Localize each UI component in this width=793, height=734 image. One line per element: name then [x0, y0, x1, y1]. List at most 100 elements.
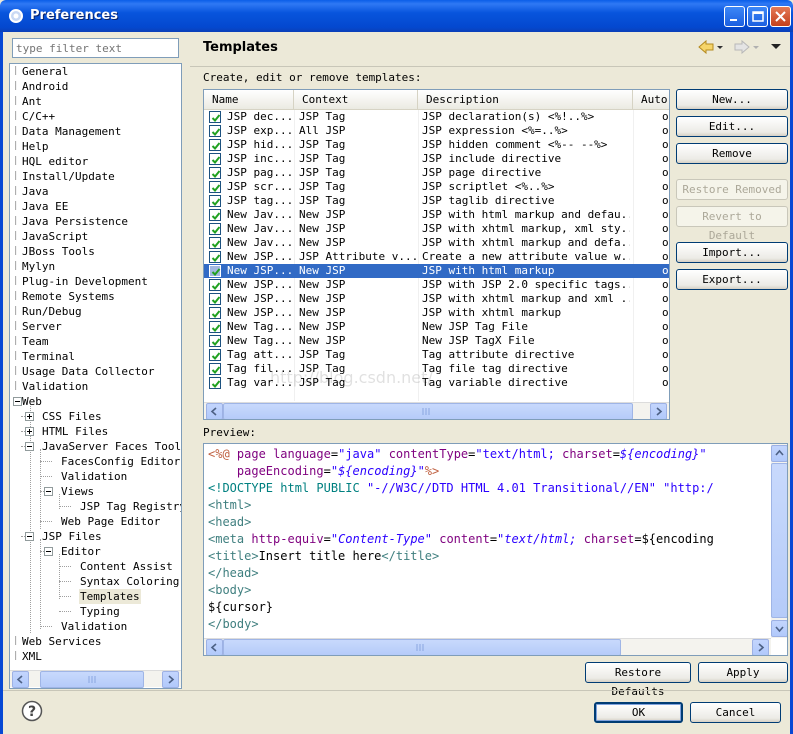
column-header-description[interactable]: Description: [418, 90, 633, 110]
enabled-checkbox[interactable]: [209, 279, 221, 291]
tree-item[interactable]: | Team: [10, 334, 181, 349]
export-button[interactable]: Export...: [676, 269, 788, 290]
tree-item[interactable]: | JavaScript: [10, 229, 181, 244]
restore-removed-button[interactable]: Restore Removed: [676, 179, 788, 200]
revert-to-default-button[interactable]: Revert to Default: [676, 206, 788, 242]
tree-item[interactable]: | Web Services: [10, 634, 181, 649]
table-row[interactable]: JSP scr... JSP Tag JSP scriptlet <%..%> o: [204, 180, 669, 194]
close-button[interactable]: [770, 6, 791, 27]
enabled-checkbox[interactable]: [209, 237, 221, 249]
scroll-thumb[interactable]: [771, 463, 787, 618]
scroll-up-button[interactable]: [771, 445, 787, 462]
tree-item[interactable]: | Remote Systems: [10, 289, 181, 304]
scroll-right-button[interactable]: [162, 671, 179, 688]
table-row[interactable]: JSP hid... JSP Tag JSP hidden comment <%--…: [204, 138, 669, 152]
tree-item[interactable]: | Mylyn: [10, 259, 181, 274]
maximize-button[interactable]: [747, 6, 768, 27]
table-row[interactable]: New Tag... New JSP New JSP TagX File o: [204, 334, 669, 348]
tree-item[interactable]: | Android: [10, 79, 181, 94]
enabled-checkbox[interactable]: [209, 125, 221, 137]
collapse-icon[interactable]: [44, 547, 53, 556]
table-row[interactable]: JSP tag... JSP Tag JSP taglib directive o: [204, 194, 669, 208]
tree-item[interactable]: | C/C++: [10, 109, 181, 124]
tree-item[interactable]: Web: [10, 394, 181, 409]
tree-item[interactable]: | Validation: [10, 379, 181, 394]
tree-item[interactable]: | XML: [10, 649, 181, 664]
tree-item[interactable]: | Server: [10, 319, 181, 334]
preview-vertical-scrollbar[interactable]: [771, 444, 787, 638]
scroll-down-button[interactable]: [771, 620, 787, 637]
table-row[interactable]: Tag att... JSP Tag Tag attribute directive…: [204, 348, 669, 362]
restore-defaults-button[interactable]: Restore Defaults: [585, 662, 691, 698]
collapse-icon[interactable]: [25, 532, 34, 541]
tree-horizontal-scrollbar[interactable]: [10, 670, 181, 688]
expand-icon[interactable]: [25, 427, 34, 436]
tree-item[interactable]: JavaServer Faces Tools: [10, 439, 181, 454]
tree-item[interactable]: Templates: [10, 589, 181, 604]
enabled-checkbox[interactable]: [209, 265, 221, 277]
column-header-context[interactable]: Context: [294, 90, 418, 110]
column-header-name[interactable]: Name: [204, 90, 294, 110]
column-header-auto[interactable]: Auto: [633, 90, 669, 110]
enabled-checkbox[interactable]: [209, 153, 221, 165]
tree-item[interactable]: | Java EE: [10, 199, 181, 214]
table-row[interactable]: New Jav... New JSP JSP with xhtml markup, …: [204, 222, 669, 236]
remove-template-button[interactable]: Remove: [676, 143, 788, 164]
apply-button[interactable]: Apply: [698, 662, 788, 683]
scroll-left-button[interactable]: [206, 403, 223, 419]
tree-item[interactable]: Web Page Editor: [10, 514, 181, 529]
enabled-checkbox[interactable]: [209, 111, 221, 123]
minimize-button[interactable]: [724, 6, 745, 27]
tree-item[interactable]: Validation: [10, 469, 181, 484]
back-arrow-icon[interactable]: [698, 39, 723, 55]
view-menu-icon[interactable]: [771, 44, 781, 49]
tree-item[interactable]: | Data Management: [10, 124, 181, 139]
tree-item[interactable]: JSP Files: [10, 529, 181, 544]
tree-item[interactable]: | Help: [10, 139, 181, 154]
scroll-right-button[interactable]: [752, 639, 769, 655]
tree-item[interactable]: Content Assist: [10, 559, 181, 574]
tree-item[interactable]: Syntax Coloring: [10, 574, 181, 589]
enabled-checkbox[interactable]: [209, 167, 221, 179]
table-row[interactable]: New Jav... New JSP JSP with html markup an…: [204, 208, 669, 222]
table-row[interactable]: New JSP... JSP Attribute v... Create a new…: [204, 250, 669, 264]
enabled-checkbox[interactable]: [209, 195, 221, 207]
enabled-checkbox[interactable]: [209, 307, 221, 319]
tree-item[interactable]: CSS Files: [10, 409, 181, 424]
collapse-icon[interactable]: [25, 442, 34, 451]
table-row[interactable]: New JSP... New JSP JSP with html markup o: [204, 264, 669, 278]
tree-item[interactable]: | Run/Debug: [10, 304, 181, 319]
enabled-checkbox[interactable]: [209, 209, 221, 221]
tree-item[interactable]: | Java: [10, 184, 181, 199]
tree-item[interactable]: Validation: [10, 619, 181, 634]
filter-input[interactable]: [12, 38, 179, 58]
table-row[interactable]: JSP dec... JSP Tag JSP declaration(s) <%!.…: [204, 110, 669, 124]
enabled-checkbox[interactable]: [209, 293, 221, 305]
tree-item[interactable]: Typing: [10, 604, 181, 619]
edit-template-button[interactable]: Edit...: [676, 116, 788, 137]
table-horizontal-scrollbar[interactable]: [204, 402, 669, 419]
enabled-checkbox[interactable]: [209, 335, 221, 347]
scroll-left-button[interactable]: [206, 639, 223, 655]
tree-item[interactable]: | HQL editor: [10, 154, 181, 169]
tree-item[interactable]: HTML Files: [10, 424, 181, 439]
enabled-checkbox[interactable]: [209, 349, 221, 361]
preview-editor[interactable]: <%@ page language="java" contentType="te…: [203, 443, 788, 656]
table-row[interactable]: New JSP... New JSP JSP with JSP 2.0 specif…: [204, 278, 669, 292]
enabled-checkbox[interactable]: [209, 377, 221, 389]
tree-item[interactable]: | Java Persistence: [10, 214, 181, 229]
tree-item[interactable]: | General: [10, 64, 181, 79]
table-row[interactable]: JSP inc... JSP Tag JSP include directive o: [204, 152, 669, 166]
tree-item[interactable]: | Usage Data Collector: [10, 364, 181, 379]
scroll-thumb[interactable]: [223, 403, 633, 419]
tree-item[interactable]: Views: [10, 484, 181, 499]
tree-item[interactable]: FacesConfig Editor: [10, 454, 181, 469]
tree-item[interactable]: | Ant: [10, 94, 181, 109]
title-bar[interactable]: Preferences: [0, 0, 793, 32]
enabled-checkbox[interactable]: [209, 139, 221, 151]
import-button[interactable]: Import...: [676, 242, 788, 263]
enabled-checkbox[interactable]: [209, 223, 221, 235]
tree-item[interactable]: | Install/Update: [10, 169, 181, 184]
tree-item[interactable]: | Terminal: [10, 349, 181, 364]
enabled-checkbox[interactable]: [209, 321, 221, 333]
